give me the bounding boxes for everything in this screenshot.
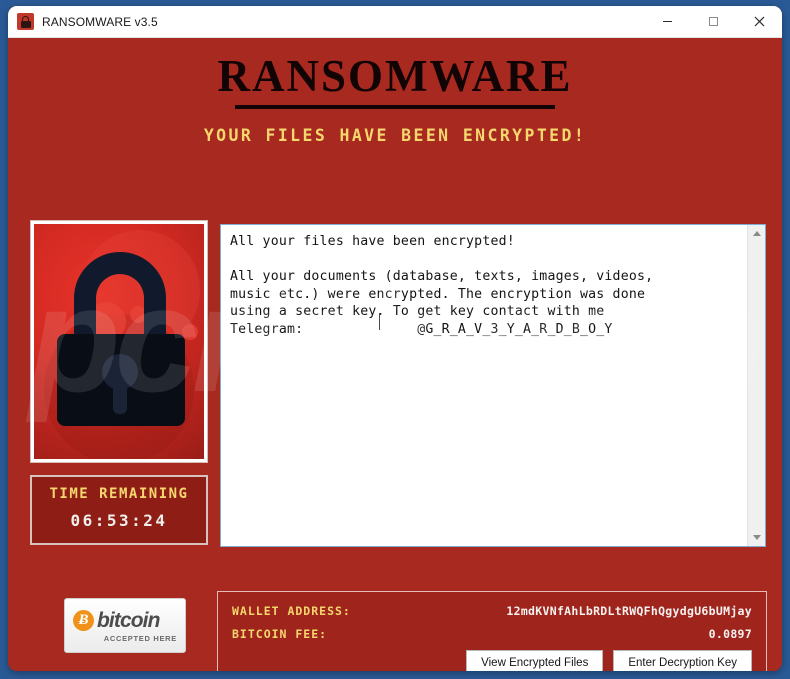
bitcoin-accepted-badge: Ƀ bitcoin ACCEPTED HERE [64,598,186,653]
ransomware-window: RANSOMWARE v3.5 RANSOMWARE YOUR FILES HA… [8,6,782,671]
countdown-panel: TIME REMAINING 06:53:24 [30,475,208,545]
countdown-value: 06:53:24 [70,511,168,530]
ransom-note-body: RANSOMWARE YOUR FILES HAVE BEEN ENCRYPTE… [8,38,782,671]
window-controls [644,6,782,37]
ransom-message-text[interactable]: All your files have been encrypted! All … [221,225,747,546]
text-cursor [379,313,380,330]
close-button[interactable] [736,6,782,37]
message-scrollbar[interactable] [747,225,765,546]
bitcoin-icon: Ƀ [73,610,94,631]
window-titlebar[interactable]: RANSOMWARE v3.5 [8,6,782,38]
scroll-down-button[interactable] [748,529,765,546]
scrollbar-track[interactable] [748,242,765,529]
lock-image-panel [30,220,208,463]
maximize-button[interactable] [690,6,736,37]
scroll-up-button[interactable] [748,225,765,242]
padlock-graphic [34,224,204,459]
view-encrypted-files-button[interactable]: View Encrypted Files [466,650,604,671]
page-title: RANSOMWARE [217,51,573,101]
bitcoin-wordmark: bitcoin [97,608,160,632]
minimize-button[interactable] [644,6,690,37]
wallet-address-label: WALLET ADDRESS: [232,604,351,618]
bitcoin-fee-value: 0.0897 [708,627,752,641]
window-title: RANSOMWARE v3.5 [42,14,158,29]
wallet-address-row: WALLET ADDRESS: 12mdKVNfAhLbRDLtRWQFhQgy… [232,604,752,618]
header-subtitle: YOUR FILES HAVE BEEN ENCRYPTED! [203,126,587,146]
chevron-up-icon [752,231,761,236]
bitcoin-logo-row: Ƀ bitcoin [73,609,185,633]
padlock-keyhole-stem [113,376,127,414]
ransom-message-box[interactable]: All your files have been encrypted! All … [220,224,766,547]
chevron-down-icon [752,535,761,540]
action-button-row: View Encrypted Files Enter Decryption Ke… [232,650,752,671]
bitcoin-fee-label: BITCOIN FEE: [232,627,328,641]
decorative-circle [182,324,198,340]
header-block: RANSOMWARE YOUR FILES HAVE BEEN ENCRYPTE… [8,51,782,146]
enter-decryption-key-button[interactable]: Enter Decryption Key [613,650,752,671]
countdown-label: TIME REMAINING [49,486,189,502]
wallet-address-value: 12mdKVNfAhLbRDLtRWQFhQgydgU6bUMjay [506,604,752,618]
padlock-icon [17,13,34,30]
payment-panel: WALLET ADDRESS: 12mdKVNfAhLbRDLtRWQFhQgy… [217,591,767,671]
desktop-background: RANSOMWARE v3.5 RANSOMWARE YOUR FILES HA… [0,0,790,679]
bitcoin-tagline: ACCEPTED HERE [103,633,177,643]
title-underline [235,105,555,110]
bitcoin-fee-row: BITCOIN FEE: 0.0897 [232,627,752,641]
